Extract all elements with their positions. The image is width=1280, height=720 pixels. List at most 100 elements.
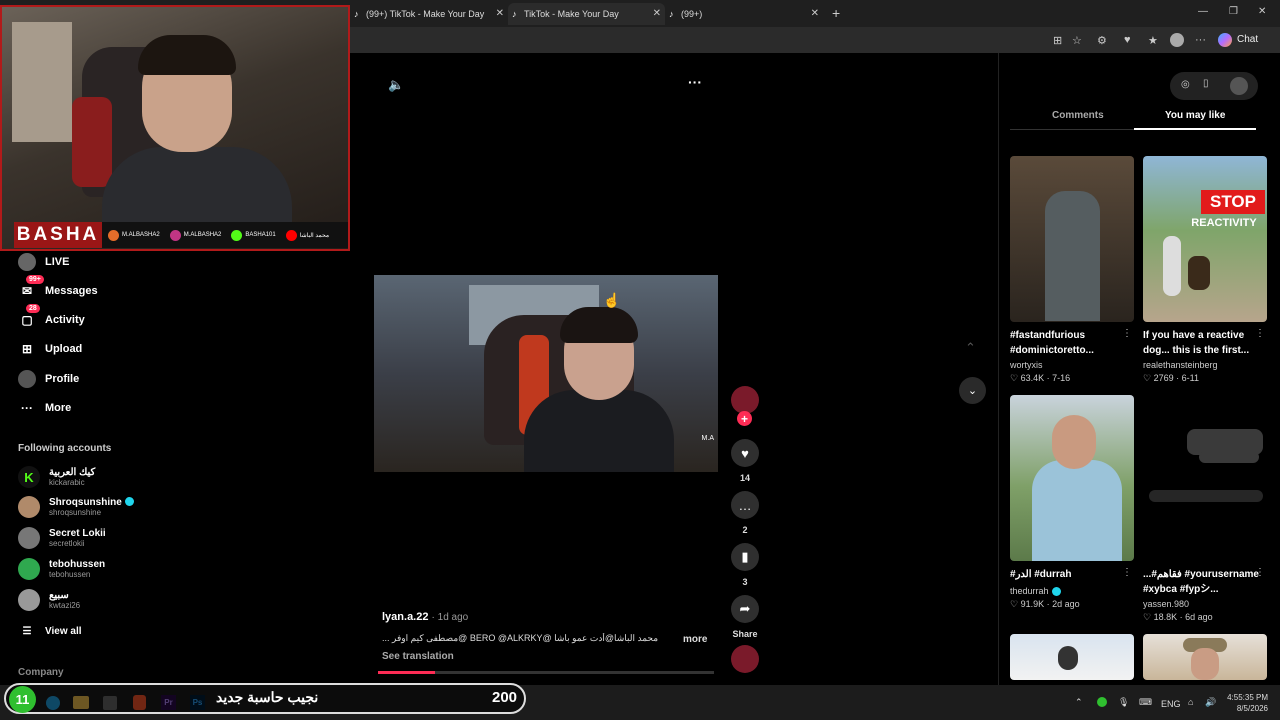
microphone-icon[interactable]: 🎙 [1118,697,1129,708]
sidebar-item-profile[interactable]: Profile [18,369,79,389]
recommended-video-thumbnail[interactable] [1010,634,1134,680]
sidebar-item-messages[interactable]: ✉ 99+ Messages [18,275,98,301]
recommended-video-card[interactable]: ...#فقاهم #yourusername #xybca #fypシ... … [1143,395,1267,623]
volume-icon[interactable]: 🔈 [388,77,404,93]
view-all-link[interactable]: ☰ View all [18,621,82,641]
recommended-video-card[interactable]: STOP REACTIVITY If you have a reactive d… [1143,156,1267,384]
following-account[interactable]: tebohussen tebohussen [18,556,105,582]
like-button[interactable]: ♥ [731,439,759,467]
messages-badge: 99+ [26,275,44,284]
video-meta: lyan.a.22 · 1d ago [382,611,469,623]
tiktok-icon: ♪ [354,9,359,19]
sidebar-item-upload[interactable]: ⊞ Upload [18,339,82,359]
live-icon [18,253,36,271]
following-account[interactable]: سبيع kwtazi26 [18,587,80,613]
thumb-dog [1188,256,1210,290]
close-icon[interactable]: ✕ [496,8,504,19]
social-handle: محمد الباشا [285,229,329,241]
card-caption: If you have a reactive [1143,330,1245,341]
thumb-shirt [1032,460,1122,561]
save-button[interactable]: ▮ [731,543,759,571]
see-translation-link[interactable]: See translation [382,651,454,662]
thumb-face [1191,648,1219,680]
follow-button[interactable]: + [737,411,752,426]
close-window-button[interactable]: ✕ [1258,6,1266,17]
language-indicator[interactable]: ENG [1161,699,1181,709]
upload-icon: ⊞ [21,342,33,356]
save-count: 3 [742,577,748,587]
like-count: 14 [739,473,750,483]
company-link[interactable]: Company [18,667,64,678]
video-progress-bar[interactable] [378,671,714,674]
music-disc[interactable] [731,645,759,673]
thumb-reactivity-text: REACTIVITY [1191,217,1257,229]
favorites-icon[interactable]: ★ [1148,34,1158,47]
compass-icon[interactable]: ◎ [1181,79,1190,90]
video-thumbnail [1143,395,1267,561]
following-account[interactable]: K كيك العربية kickarabic [18,464,95,490]
video-person-hair [560,307,638,343]
video-player[interactable]: M.A [374,275,718,472]
comment-button[interactable]: … [731,491,759,519]
caption-more-button[interactable]: more [683,634,707,645]
youtube-icon [285,229,297,241]
card-menu-icon[interactable]: ⋮ [1255,328,1265,339]
share-button[interactable]: ➦ [731,595,759,623]
volume-icon[interactable]: 🔊 [1205,697,1216,708]
tab-you-may-like[interactable]: You may like [1165,110,1225,121]
chevron-up-icon[interactable]: ⌃ [1075,697,1083,708]
heart-icon: ♡ [1010,599,1019,610]
streamer-name: BASHA [14,222,102,248]
settings-more-icon[interactable]: ··· [1195,34,1206,46]
tab-2[interactable]: ♪ (99+) TikTok - Make Your Day ✕ [350,3,508,25]
more-options-icon[interactable]: ··· [688,74,702,90]
card-menu-icon[interactable]: ⋮ [1255,567,1265,578]
more-icon: ··· [21,401,33,415]
next-video-button[interactable]: ⌄ [959,377,986,404]
close-icon[interactable]: ✕ [653,8,661,19]
sidebar-item-live[interactable]: LIVE [18,252,69,272]
minimize-button[interactable]: — [1198,6,1208,17]
creator-avatar[interactable] [731,386,759,414]
profile-avatar[interactable] [1170,33,1184,47]
extensions-icon[interactable]: ⚙ [1097,34,1107,47]
tab-comments[interactable]: Comments [1052,110,1104,121]
recommended-video-thumbnail[interactable] [1143,634,1267,680]
chat-button[interactable]: Chat [1237,34,1258,45]
phone-icon[interactable]: ▯ [1203,78,1209,89]
messages-icon: ✉ 99+ [18,275,44,300]
sidebar-item-activity[interactable]: ▢ 28 Activity [18,304,85,330]
favorite-icon[interactable]: ☆ [1072,34,1082,47]
network-icon[interactable]: ⌂ [1188,697,1193,707]
user-avatar[interactable] [1230,77,1248,95]
tab-3[interactable]: ♪ TikTok - Make Your Day ✕ [508,3,665,25]
clock[interactable]: 4:55:35 PM 8/5/2026 [1224,692,1268,714]
tray-app-icon[interactable] [1097,697,1107,707]
tab-4[interactable]: ♪ (99+) ✕ [665,3,823,25]
card-caption: dog... this is the first... [1143,345,1250,356]
card-menu-icon[interactable]: ⋮ [1122,567,1132,578]
close-icon[interactable]: ✕ [811,8,819,19]
new-tab-button[interactable]: + [832,5,840,21]
social-handle: BASHA101 [231,229,276,241]
sidebar-item-more[interactable]: ··· More [18,398,71,418]
browser-essentials-icon[interactable]: ♥ [1124,34,1131,46]
card-caption: ...#فقاهم #yourusername [1143,569,1259,580]
goal-level-badge: 11 [9,686,36,713]
verified-icon [124,497,134,507]
copilot-icon[interactable] [1218,33,1232,47]
following-account[interactable]: Shroqsunshine shroqsunshine [18,494,134,520]
card-menu-icon[interactable]: ⋮ [1122,328,1132,339]
maximize-button[interactable]: ❐ [1229,6,1238,17]
recommended-video-card[interactable]: #الدر #durrah thedurrah ♡ 91.9K · 2d ago… [1010,395,1134,610]
verified-icon [1051,587,1061,597]
keyboard-icon[interactable]: ⌨ [1139,697,1152,708]
video-progress-fill [378,671,436,674]
recommended-video-card[interactable]: #fastandfurious #dominictoretto... worty… [1010,156,1134,384]
heart-icon: ♥ [741,445,749,461]
video-username[interactable]: lyan.a.22 [382,611,428,623]
previous-video-icon[interactable]: ⌃ [965,340,976,356]
following-account[interactable]: Secret Lokii secretlokii [18,525,106,551]
split-screen-icon[interactable]: ⊞ [1053,34,1062,47]
thumb-person [1163,236,1181,296]
